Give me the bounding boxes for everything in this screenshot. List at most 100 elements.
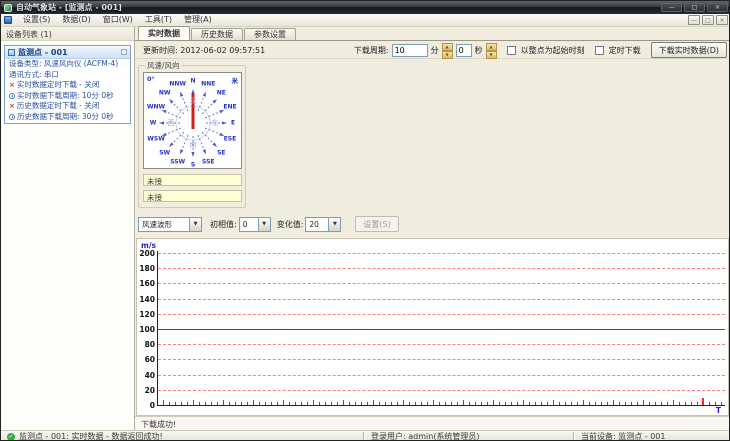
settings-button[interactable]: 设置(S) [355, 216, 399, 232]
tab-实时数据[interactable]: 实时数据 [138, 26, 190, 40]
x-minor-tick [541, 402, 542, 405]
menu-items: 设置(S) 数据(D) 窗口(W) 工具(T) 管理(A) [17, 14, 218, 26]
mdi-restore-button[interactable]: □ [702, 15, 714, 25]
minutes-input[interactable] [391, 43, 428, 57]
change-label: 变化值: [276, 219, 304, 229]
mdi-minimize-button[interactable]: — [688, 15, 700, 25]
chevron-down-icon[interactable]: ▼ [189, 217, 201, 231]
x-minor-tick [343, 400, 344, 405]
x-minor-tick [511, 402, 512, 405]
wind-speed-value-box: 未接 [143, 174, 242, 186]
x-minor-tick [595, 402, 596, 405]
x-minor-tick [547, 402, 548, 405]
disabled-cross-icon: × [9, 81, 15, 89]
tab-参数设置[interactable]: 参数设置 [244, 28, 296, 40]
y-axis [157, 251, 158, 405]
mdi-close-button[interactable]: × [716, 15, 728, 25]
x-minor-tick [169, 402, 170, 405]
titlebar-close-button[interactable]: × [707, 3, 728, 12]
phase-select-value: 0 [242, 219, 248, 229]
titlebar-minimize-button[interactable]: — [661, 3, 682, 12]
seconds-unit-label: 秒 [474, 45, 483, 55]
waveform-controls: 风速波形 ▼ 初相值: 0 ▼ 变化值: 20 ▼ 设置(S) [138, 216, 399, 232]
tab-历史数据[interactable]: 历史数据 [191, 28, 243, 40]
wind-group-box: 风速/风向 0° 米 N NNE NE ENE E ESE SE SSE S SSW SW WSW W W… [138, 60, 246, 208]
chevron-down-icon[interactable]: ▼ [328, 217, 341, 231]
x-minor-tick [655, 402, 656, 405]
menu-item[interactable]: 工具(T) [139, 14, 178, 26]
download-status-line: 下载成功! [135, 416, 729, 430]
x-minor-tick [535, 402, 536, 405]
x-minor-tick [505, 402, 506, 405]
x-minor-tick [475, 402, 476, 405]
x-minor-tick [631, 402, 632, 405]
time-marker-tick [702, 398, 705, 405]
timed-download-checkbox[interactable] [594, 45, 604, 55]
x-minor-tick [253, 400, 254, 405]
phase-select[interactable]: 0 ▼ [238, 216, 271, 232]
menu-item[interactable]: 窗口(W) [97, 14, 139, 26]
wind-speed-chart: m/s T 0 20 40 60 80 100 120 140 160 180 200 [136, 238, 729, 416]
current-device-label: 当前设备: [581, 432, 616, 441]
align-start-checkbox[interactable] [506, 45, 516, 55]
waveform-select[interactable]: 风速波形 ▼ [138, 216, 202, 232]
app-window: 自动气象站 - [监测点 - 001] — □ × 设置(S) 数据(D) 窗口(W) 工… [0, 0, 730, 441]
x-minor-tick [307, 402, 308, 405]
x-minor-tick [643, 400, 644, 405]
seconds-up-icon[interactable]: ▲ [485, 43, 497, 51]
x-minor-tick [403, 400, 404, 405]
x-minor-tick [673, 400, 674, 405]
statusbar: ✓ 监测点 - 001: 实时数据 - 数据返回成功! 登录用户: admin(… [1, 430, 729, 441]
x-minor-tick [457, 402, 458, 405]
titlebar-maximize-button[interactable]: □ [684, 3, 705, 12]
x-minor-tick [715, 402, 716, 405]
device-info-text: 通讯方式: 串口 [9, 69, 59, 79]
y-tick-label: 100 [139, 325, 155, 334]
period-label: 下载周期: [353, 45, 389, 55]
timed-download-label: 定时下载 [608, 45, 641, 55]
x-minor-tick [223, 400, 224, 405]
status-message: ✓ 监测点 - 001: 实时数据 - 数据返回成功! [1, 431, 363, 441]
x-minor-tick [271, 402, 272, 405]
y-tick-label: 120 [139, 309, 155, 319]
x-minor-tick [187, 402, 188, 405]
seconds-down-icon[interactable]: ▼ [485, 51, 497, 59]
x-minor-tick [181, 402, 182, 405]
x-minor-tick [199, 402, 200, 405]
menu-item[interactable]: 数据(D) [56, 14, 96, 26]
wind-group-title: 风速/风向 [145, 60, 182, 71]
device-info-line: 设备类型: 风速风向仪 (ACFM-4) [5, 59, 130, 70]
chevron-down-icon[interactable]: ▼ [257, 217, 270, 231]
x-minor-tick [499, 402, 500, 405]
x-minor-tick [283, 400, 284, 405]
y-tick-label: 60 [144, 355, 155, 365]
status-message-text: 监测点 - 001: 实时数据 - 数据返回成功! [19, 432, 163, 441]
menu-item[interactable]: 设置(S) [17, 14, 56, 26]
x-minor-tick [625, 402, 626, 405]
seconds-input[interactable] [455, 43, 472, 57]
gridline [158, 298, 725, 300]
gridline [158, 359, 725, 361]
minutes-down-icon[interactable]: ▼ [441, 51, 453, 59]
device-panel[interactable]: 监测点 - 001 设备类型: 风速风向仪 (ACFM-4) 通讯方式: 串口 × 实… [4, 45, 131, 124]
seconds-stepper[interactable]: ▲ ▼ [485, 43, 497, 59]
wind-speed-series-line [158, 329, 725, 330]
x-minor-tick [385, 402, 386, 405]
download-realtime-button[interactable]: 下载实时数据(D) [650, 42, 727, 58]
device-panel-header[interactable]: 监测点 - 001 [5, 46, 130, 59]
gridline [158, 374, 725, 376]
x-minor-tick [325, 402, 326, 405]
menu-item[interactable]: 管理(A) [178, 14, 218, 26]
x-minor-tick [577, 402, 578, 405]
menubar: 设置(S) 数据(D) 窗口(W) 工具(T) 管理(A) — □ × [1, 14, 729, 27]
x-minor-tick [175, 402, 176, 405]
pin-icon[interactable] [121, 49, 127, 55]
app-icon [4, 3, 12, 12]
y-tick-label: 20 [144, 385, 155, 395]
minutes-up-icon[interactable]: ▲ [441, 43, 453, 51]
minutes-stepper[interactable]: ▲ ▼ [441, 43, 453, 59]
x-minor-tick [487, 402, 488, 405]
change-select[interactable]: 20 ▼ [305, 216, 342, 232]
x-minor-tick [163, 400, 164, 405]
x-minor-tick [445, 402, 446, 405]
